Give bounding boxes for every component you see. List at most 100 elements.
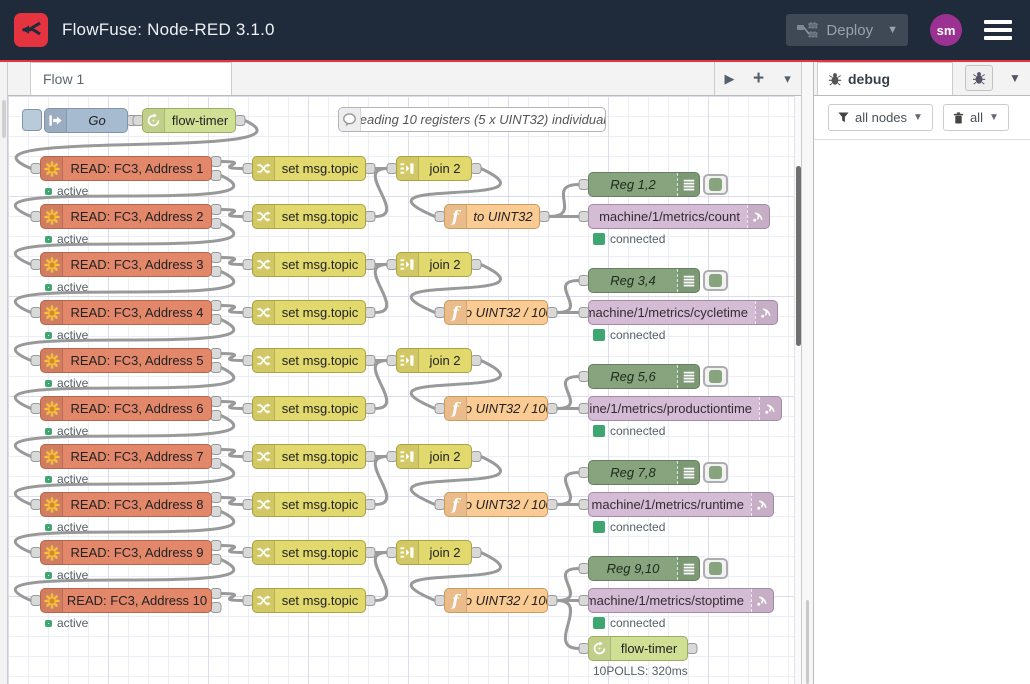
node-fn3[interactable]: fto UINT32 / 100 (444, 396, 548, 421)
node-read3[interactable]: READ: FC3, Address 3 (40, 252, 212, 277)
tab-flow-1[interactable]: Flow 1 (30, 62, 232, 95)
filter-nodes-button[interactable]: all nodes ▼ (828, 104, 933, 131)
add-flow-button[interactable]: + (744, 62, 773, 95)
port[interactable] (365, 260, 375, 270)
port[interactable] (211, 541, 221, 551)
port[interactable] (471, 164, 481, 174)
node-set3[interactable]: set msg.topic (252, 252, 366, 277)
port[interactable] (365, 212, 375, 222)
port[interactable] (211, 603, 221, 613)
node-set9[interactable]: set msg.topic (252, 540, 366, 565)
node-mqtt3[interactable]: machine/1/metrics/productiontime (588, 396, 782, 421)
port[interactable] (547, 404, 557, 414)
node-set8[interactable]: set msg.topic (252, 492, 366, 517)
node-read10[interactable]: READ: FC3, Address 10 (40, 588, 212, 613)
node-set4[interactable]: set msg.topic (252, 300, 366, 325)
node-join5[interactable]: join 2 (396, 540, 472, 565)
port[interactable] (211, 349, 221, 359)
node-inject[interactable]: Go (44, 108, 128, 133)
node-read6[interactable]: READ: FC3, Address 6 (40, 396, 212, 421)
port[interactable] (547, 500, 557, 510)
flow-list-caret-icon[interactable]: ▾ (773, 62, 802, 95)
node-dbg3[interactable]: Reg 5,6 (588, 364, 700, 389)
port[interactable] (687, 644, 697, 654)
node-read2[interactable]: READ: FC3, Address 2 (40, 204, 212, 229)
run-flow-button[interactable]: ▶ (715, 62, 744, 95)
sidebar-splitter[interactable] (801, 62, 814, 684)
port[interactable] (365, 404, 375, 414)
port[interactable] (211, 493, 221, 503)
debug-messages-panel[interactable] (814, 140, 1030, 684)
debug-enable-toggle[interactable] (703, 462, 728, 483)
debug-enable-toggle[interactable] (703, 366, 728, 387)
node-dbg2[interactable]: Reg 3,4 (588, 268, 700, 293)
port[interactable] (211, 253, 221, 263)
main-menu-button[interactable] (984, 20, 1012, 40)
node-set7[interactable]: set msg.topic (252, 444, 366, 469)
node-set10[interactable]: set msg.topic (252, 588, 366, 613)
port[interactable] (211, 301, 221, 311)
port[interactable] (471, 548, 481, 558)
node-dbg4[interactable]: Reg 7,8 (588, 460, 700, 485)
node-mqtt4[interactable]: machine/1/metrics/runtime (588, 492, 774, 517)
tab-debug[interactable]: debug (817, 62, 953, 95)
node-join3[interactable]: join 2 (396, 348, 472, 373)
node-read8[interactable]: READ: FC3, Address 8 (40, 492, 212, 517)
port[interactable] (471, 260, 481, 270)
debug-enable-toggle[interactable] (703, 558, 728, 579)
clear-messages-button[interactable]: all ▼ (943, 104, 1009, 131)
user-avatar[interactable]: sm (930, 14, 962, 46)
node-comment[interactable]: Reading 10 registers (5 x UINT32) indivi… (338, 107, 606, 132)
canvas-vertical-scrollbar[interactable] (794, 96, 801, 684)
node-join4[interactable]: join 2 (396, 444, 472, 469)
debug-enable-toggle[interactable] (703, 174, 728, 195)
node-set1[interactable]: set msg.topic (252, 156, 366, 181)
node-fn4[interactable]: fto UINT32 / 100 (444, 492, 548, 517)
node-read7[interactable]: READ: FC3, Address 7 (40, 444, 212, 469)
port[interactable] (547, 596, 557, 606)
port[interactable] (211, 157, 221, 167)
node-fn5[interactable]: fto UINT32 / 100 (444, 588, 548, 613)
port[interactable] (365, 500, 375, 510)
port[interactable] (211, 171, 221, 181)
port[interactable] (547, 308, 557, 318)
port[interactable] (365, 356, 375, 366)
port[interactable] (211, 589, 221, 599)
node-join2[interactable]: join 2 (396, 252, 472, 277)
node-set6[interactable]: set msg.topic (252, 396, 366, 421)
port[interactable] (365, 308, 375, 318)
node-mqtt1[interactable]: machine/1/metrics/count (588, 204, 770, 229)
port[interactable] (539, 212, 549, 222)
node-dbg1[interactable]: Reg 1,2 (588, 172, 700, 197)
debug-nodes-toggle-button[interactable] (965, 65, 993, 91)
node-fn1[interactable]: fto UINT32 (444, 204, 540, 229)
port[interactable] (235, 116, 245, 126)
node-set5[interactable]: set msg.topic (252, 348, 366, 373)
port[interactable] (471, 452, 481, 462)
deploy-button[interactable]: Deploy ▼ (786, 14, 908, 46)
port[interactable] (211, 363, 221, 373)
node-read5[interactable]: READ: FC3, Address 5 (40, 348, 212, 373)
node-timer_top[interactable]: flow-timer (142, 108, 236, 133)
port[interactable] (365, 164, 375, 174)
port[interactable] (211, 445, 221, 455)
node-read1[interactable]: READ: FC3, Address 1 (40, 156, 212, 181)
port[interactable] (211, 397, 221, 407)
node-mqtt2[interactable]: machine/1/metrics/cycletime (588, 300, 778, 325)
port[interactable] (211, 267, 221, 277)
node-set2[interactable]: set msg.topic (252, 204, 366, 229)
port[interactable] (211, 219, 221, 229)
node-join1[interactable]: join 2 (396, 156, 472, 181)
node-read9[interactable]: READ: FC3, Address 9 (40, 540, 212, 565)
port[interactable] (211, 205, 221, 215)
node-read4[interactable]: READ: FC3, Address 4 (40, 300, 212, 325)
palette-strip[interactable] (0, 62, 8, 684)
port[interactable] (211, 315, 221, 325)
port[interactable] (211, 555, 221, 565)
node-mqtt5[interactable]: machine/1/metrics/stoptime (588, 588, 774, 613)
port[interactable] (211, 459, 221, 469)
deploy-caret-icon[interactable]: ▼ (887, 24, 898, 36)
port[interactable] (211, 507, 221, 517)
port[interactable] (365, 548, 375, 558)
node-timer_bottom[interactable]: flow-timer (588, 636, 688, 661)
